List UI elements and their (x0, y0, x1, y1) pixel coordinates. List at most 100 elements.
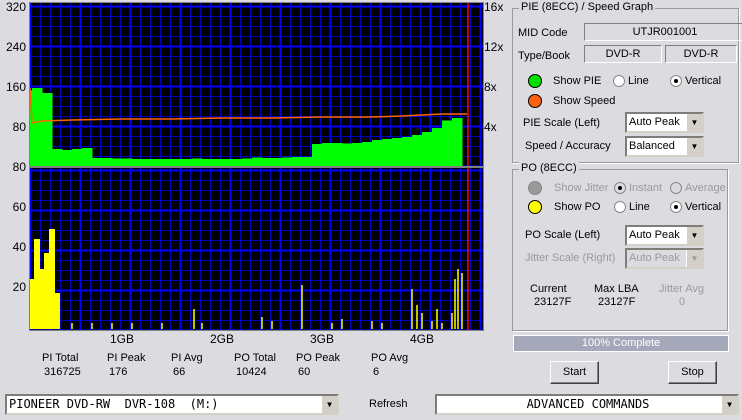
chevron-down-icon[interactable]: ▼ (721, 396, 737, 413)
stat-label: PO Total (234, 352, 276, 364)
pie-bar (82, 148, 93, 166)
po-bar (331, 323, 333, 329)
stat-label: PI Total (42, 352, 79, 364)
stop-button[interactable]: Stop (668, 361, 717, 384)
pie-scale-dropdown[interactable]: Auto Peak ▼ (625, 112, 704, 133)
chevron-down-icon[interactable]: ▼ (686, 227, 702, 244)
pie-bar (232, 159, 243, 166)
speed-led-icon[interactable] (528, 94, 542, 108)
stat-value: 176 (109, 366, 128, 378)
start-button[interactable]: Start (550, 361, 599, 384)
po-line-label[interactable]: Line (629, 201, 650, 213)
po-group-title: PO (8ECC) (519, 162, 579, 174)
pie-tick-160: 160 (5, 80, 26, 94)
jitter-scale-value: Auto Peak (629, 252, 680, 264)
pie-bar (112, 158, 123, 166)
jitter-led-icon (528, 181, 542, 195)
pie-bar (162, 159, 173, 166)
pie-bar (62, 150, 73, 166)
po-bar (431, 321, 433, 329)
po-vertical-label[interactable]: Vertical (685, 201, 721, 213)
pie-vertical-label[interactable]: Vertical (685, 75, 721, 87)
pie-bar (152, 159, 163, 166)
pie-bar (362, 142, 373, 166)
speed-accuracy-dropdown[interactable]: Balanced ▼ (625, 136, 704, 157)
show-pie-label[interactable]: Show PIE (553, 75, 601, 87)
show-po-label[interactable]: Show PO (554, 201, 600, 213)
show-speed-label[interactable]: Show Speed (553, 95, 615, 107)
pie-bar (212, 159, 223, 166)
current-value: 23127F (534, 296, 572, 308)
pie-bar (222, 159, 233, 166)
pie-line-label[interactable]: Line (628, 75, 649, 87)
pie-tick-240: 240 (5, 40, 26, 54)
pie-bar (402, 137, 413, 166)
chevron-down-icon[interactable]: ▼ (321, 396, 337, 413)
pie-bar (442, 120, 453, 166)
stat-value: 10424 (236, 366, 267, 378)
x-tick-1gb: 1GB (110, 332, 135, 346)
chevron-down-icon[interactable]: ▼ (686, 138, 702, 155)
max-lba-value: 23127F (598, 296, 636, 308)
x-tick-3gb: 3GB (310, 332, 335, 346)
speed-tick-4x: 4x (484, 120, 497, 134)
pie-bar (432, 128, 443, 166)
refresh-link[interactable]: Refresh (369, 398, 408, 410)
chevron-down-icon[interactable]: ▼ (686, 114, 702, 131)
po-bar (71, 323, 73, 329)
pie-bar (172, 159, 183, 166)
pie-bar (142, 159, 153, 166)
po-bar (421, 313, 423, 329)
po-bar (54, 293, 60, 329)
po-led-icon[interactable] (528, 200, 542, 214)
jitter-average-radio (670, 182, 682, 194)
progress-bar: 100% Complete (513, 335, 729, 352)
jitter-avg-value: 0 (679, 296, 686, 308)
pie-group-title: PIE (8ECC) / Speed Graph (519, 1, 656, 13)
pie-bar (202, 159, 213, 166)
speed-tick-8x: 8x (484, 80, 497, 94)
po-scale-value: Auto Peak (629, 229, 680, 241)
po-bar (161, 323, 163, 329)
pie-bar (302, 157, 313, 166)
type-field: DVD-R (584, 45, 662, 63)
jitter-scale-label: Jitter Scale (Right) (525, 252, 616, 264)
x-tick-2gb: 2GB (210, 332, 235, 346)
po-vertical-radio[interactable] (670, 201, 682, 213)
po-scale-dropdown[interactable]: Auto Peak ▼ (625, 225, 704, 246)
pie-bar (332, 143, 343, 166)
pie-bar (52, 149, 63, 166)
speed-accuracy-value: Balanced (629, 140, 675, 152)
max-lba-label: Max LBA (594, 283, 639, 295)
pie-line-radio[interactable] (613, 75, 625, 87)
pie-bar (32, 88, 43, 166)
pie-tick-bottom: 80 (12, 160, 26, 174)
stat-value: 66 (173, 366, 186, 378)
stat-label: PO Peak (296, 352, 341, 364)
pie-bar (392, 138, 403, 166)
pie-bar (412, 135, 423, 166)
po-bar (441, 323, 443, 329)
pie-bar (292, 157, 303, 166)
advanced-commands-dropdown[interactable]: ADVANCED COMMANDS ▼ (435, 394, 739, 415)
stat-label: PI Avg (171, 352, 203, 364)
drive-dropdown[interactable]: PIONEER DVD-RW DVR-108 (M:) ▼ (5, 394, 339, 415)
po-scale-label: PO Scale (Left) (525, 229, 601, 241)
po-bar (411, 289, 413, 329)
jitter-instant-label: Instant (629, 182, 663, 194)
pie-speed-chart (29, 2, 484, 167)
plot-background (30, 168, 483, 330)
pie-vertical-radio[interactable] (670, 75, 682, 87)
pie-bar (312, 144, 323, 166)
pie-bar (92, 158, 103, 166)
pie-bar (352, 143, 363, 166)
speed-tick-12x: 12x (484, 40, 504, 54)
chevron-down-icon: ▼ (686, 250, 702, 267)
pie-bar (452, 118, 463, 166)
drive-value: PIONEER DVD-RW DVR-108 (M:) (9, 397, 219, 411)
pie-led-icon[interactable] (528, 74, 542, 88)
pie-bar (102, 158, 113, 166)
po-line-radio[interactable] (614, 201, 626, 213)
pie-bar (342, 143, 353, 166)
pie-tick-80: 80 (12, 120, 26, 134)
